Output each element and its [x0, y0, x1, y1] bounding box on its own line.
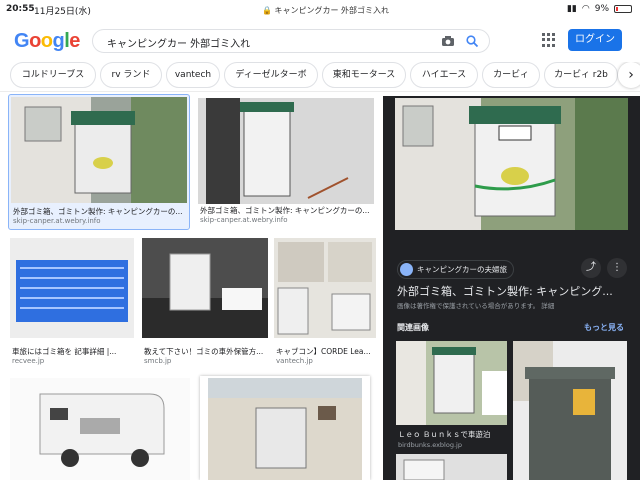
address-bar[interactable]: 🔒 キャンピングカー 外部ゴミ入れ	[262, 5, 389, 16]
chip[interactable]: rv ランド	[100, 62, 162, 88]
result-thumbnail	[142, 238, 268, 338]
image-result[interactable]	[10, 378, 190, 480]
google-logo[interactable]: Google	[14, 30, 80, 53]
result-caption: 外部ゴミ箱、ゴミトン製作: キャンピングカーの...	[13, 207, 183, 216]
image-result[interactable]: 車旅にはゴミ箱を 記事詳細 |... recvee.jp	[8, 236, 136, 372]
result-source: smcb.jp	[144, 357, 172, 365]
chip[interactable]: vantech	[166, 62, 220, 88]
preview-image[interactable]	[395, 98, 628, 230]
chip[interactable]: カービィ	[482, 62, 540, 88]
header: Google キャンピングカー 外部ゴミ入れ ログイン	[0, 22, 640, 60]
result-thumbnail	[10, 238, 134, 338]
source-site-link[interactable]: キャンピングカーの夫婦旅	[397, 260, 514, 279]
status-icons: ▮▮ ◠ 9%	[567, 4, 632, 14]
signal-icon: ▮▮	[566, 4, 577, 14]
more-options-icon[interactable]: ⋮	[607, 258, 627, 278]
related-thumbnail[interactable]	[513, 341, 627, 480]
result-thumbnail	[274, 238, 376, 338]
related-thumbnail[interactable]	[396, 454, 507, 480]
result-thumbnail	[11, 97, 187, 203]
status-bar: 20:55 11月25日(水) 🔒 キャンピングカー 外部ゴミ入れ ▮▮ ◠ 9…	[0, 0, 640, 22]
source-site-name: キャンピングカーの夫婦旅	[417, 265, 507, 274]
see-more-link[interactable]: もっと見る	[584, 322, 624, 333]
image-result[interactable]: 外部ゴミ箱、ゴミトン製作: キャンピングカーの... skip-canper.a…	[196, 94, 376, 230]
related-thumbnail[interactable]	[396, 341, 507, 425]
wifi-icon: ◠	[581, 4, 590, 14]
share-icon[interactable]: ⤴	[581, 258, 601, 278]
copyright-note: 画像は著作権で保護されている場合があります。 詳細	[397, 302, 555, 310]
chip[interactable]: コルドリーブス	[10, 62, 96, 88]
image-result[interactable]: キャブコン】CORDE Lea... vantech.jp	[274, 236, 380, 372]
related-search-chips: コルドリーブス rv ランド vantech ディーゼルターボ 東和モータース …	[0, 62, 640, 92]
image-preview-panel: キャンピングカーの夫婦旅 ⤴ ⋮ 外部ゴミ箱、ゴミトン製作: キャンピング...…	[383, 96, 640, 480]
login-button[interactable]: ログイン	[568, 29, 622, 51]
search-input[interactable]: キャンピングカー 外部ゴミ入れ	[107, 35, 250, 50]
chip[interactable]: ハイエース	[410, 62, 478, 88]
search-icon[interactable]	[465, 34, 479, 48]
globe-icon	[400, 263, 413, 276]
image-result[interactable]	[200, 376, 370, 480]
battery-percent: 9%	[594, 4, 609, 14]
search-box[interactable]: キャンピングカー 外部ゴミ入れ	[92, 29, 490, 53]
related-images-heading: 関連画像	[397, 323, 429, 332]
status-date: 11月25日(水)	[34, 7, 91, 17]
related-source: birdbunks.exblog.jp	[398, 441, 462, 449]
result-caption: 教えて下さい！ゴミの車外保管方...	[144, 347, 264, 356]
camera-icon[interactable]	[441, 34, 455, 48]
address-text: キャンピングカー 外部ゴミ入れ	[274, 6, 390, 15]
result-source: skip-canper.at.webry.info	[200, 216, 288, 224]
result-thumbnail	[10, 378, 190, 480]
result-source: skip-canper.at.webry.info	[13, 217, 101, 225]
result-source: recvee.jp	[12, 357, 45, 365]
chip[interactable]: カービィ r2b	[544, 62, 618, 88]
result-thumbnail	[208, 378, 362, 480]
chevron-right-icon[interactable]: ›	[618, 62, 640, 88]
status-time: 20:55	[6, 4, 35, 14]
preview-title[interactable]: 外部ゴミ箱、ゴミトン製作: キャンピング...	[397, 283, 613, 299]
result-thumbnail	[198, 98, 374, 204]
result-caption: キャブコン】CORDE Lea...	[276, 347, 371, 356]
result-source: vantech.jp	[276, 357, 313, 365]
battery-icon	[614, 5, 632, 13]
result-caption: 車旅にはゴミ箱を 記事詳細 |...	[12, 347, 117, 356]
apps-grid-icon[interactable]	[542, 33, 556, 47]
chip[interactable]: 東和モータース	[322, 62, 406, 88]
result-caption: 外部ゴミ箱、ゴミトン製作: キャンピングカーの...	[200, 206, 370, 215]
image-result[interactable]: 外部ゴミ箱、ゴミトン製作: キャンピングカーの... skip-canper.a…	[8, 94, 190, 230]
chip[interactable]: ディーゼルターボ	[224, 62, 318, 88]
related-caption: Ｌｅｏ Ｂｕｎｋｓで車遊泊	[398, 430, 491, 439]
image-result[interactable]: 教えて下さい！ゴミの車外保管方... smcb.jp	[140, 236, 270, 372]
